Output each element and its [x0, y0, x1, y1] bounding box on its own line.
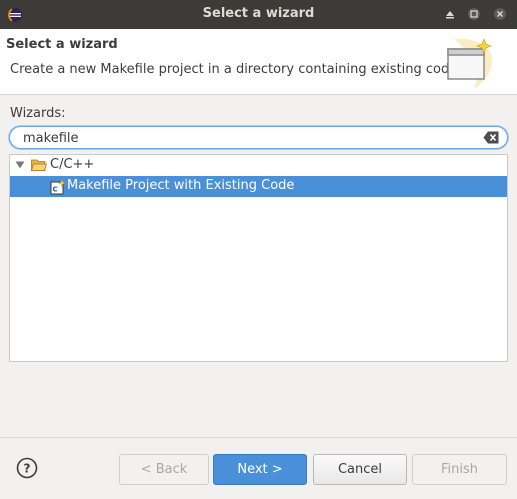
maximize-icon[interactable]: [466, 6, 482, 22]
c-project-wizard-icon: C: [50, 179, 66, 195]
tree-category-row[interactable]: C/C++: [10, 155, 507, 176]
minimize-icon[interactable]: [442, 6, 458, 22]
help-icon[interactable]: ?: [16, 457, 38, 479]
folder-open-icon: [31, 159, 47, 171]
svg-text:?: ?: [24, 462, 31, 476]
wizard-filter-input[interactable]: [23, 129, 478, 147]
tree-item-label: Makefile Project with Existing Code: [67, 178, 295, 193]
wizards-label: Wizards:: [10, 106, 66, 121]
close-icon[interactable]: [492, 6, 508, 22]
finish-button[interactable]: Finish: [412, 454, 507, 485]
wizard-tree[interactable]: C/C++ C Makefile Project with Existing C…: [9, 154, 508, 362]
cancel-button[interactable]: Cancel: [313, 454, 407, 485]
next-button[interactable]: Next >: [213, 454, 307, 485]
tree-item-makefile-project[interactable]: C Makefile Project with Existing Code: [10, 176, 507, 197]
tree-category-label: C/C++: [50, 157, 95, 172]
expand-arrow-icon[interactable]: [15, 161, 25, 169]
window-titlebar: Select a wizard: [0, 0, 517, 29]
window-title: Select a wizard: [202, 6, 315, 21]
wizard-header: Select a wizard Create a new Makefile pr…: [0, 29, 517, 95]
footer-divider: [0, 437, 517, 438]
back-button[interactable]: < Back: [119, 454, 209, 485]
clear-text-icon[interactable]: [483, 131, 499, 144]
wizard-filter-field[interactable]: [9, 126, 508, 149]
svg-text:C: C: [53, 186, 58, 194]
page-description: Create a new Makefile project in a direc…: [10, 62, 458, 77]
wizard-banner-icon: [447, 38, 493, 89]
page-title: Select a wizard: [6, 37, 118, 52]
